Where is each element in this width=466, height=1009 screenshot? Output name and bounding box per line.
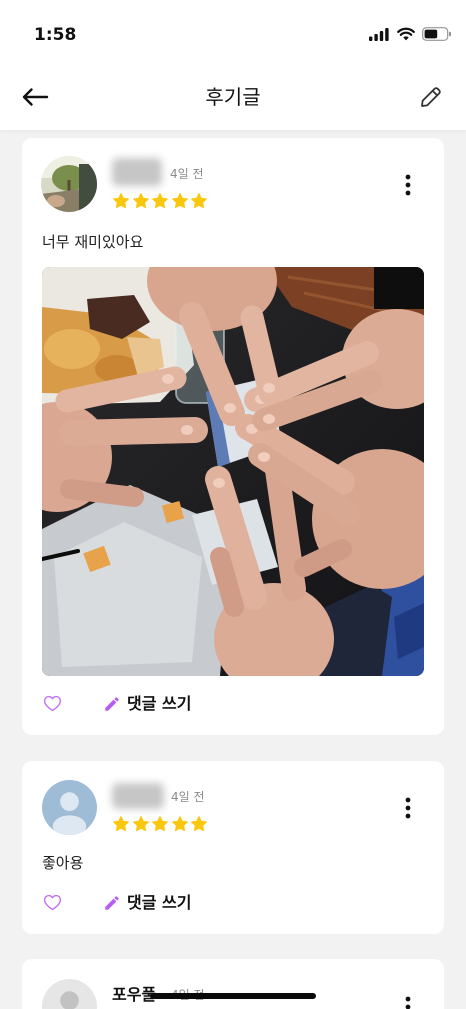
username-blurred (112, 158, 162, 186)
pencil-icon (105, 697, 119, 711)
page-title: 후기글 (205, 85, 261, 109)
like-button[interactable] (43, 894, 62, 911)
default-user-icon (42, 979, 97, 1009)
review-card: 4일 전 좋아용 댓글 쓰기 (22, 761, 444, 934)
write-review-button[interactable] (418, 84, 444, 110)
star-icon (171, 192, 189, 210)
heart-outline-icon (43, 695, 62, 712)
avatar-photo (41, 156, 97, 212)
back-button[interactable] (20, 85, 50, 109)
wifi-icon (397, 27, 415, 41)
star-icon (151, 192, 169, 210)
avatar[interactable] (41, 156, 97, 212)
star-icon (151, 815, 169, 833)
review-card: 포우풀 4일 전 (22, 959, 444, 1009)
star-rating (112, 815, 208, 833)
review-photo-image (42, 267, 424, 676)
star-icon (112, 192, 130, 210)
signal-icon (369, 28, 389, 41)
arrow-left-icon (22, 88, 49, 106)
star-icon (190, 815, 208, 833)
avatar[interactable] (42, 979, 97, 1009)
review-photo (42, 267, 424, 676)
star-icon (171, 815, 189, 833)
star-icon (132, 192, 150, 210)
battery-icon (422, 27, 451, 41)
star-icon (112, 815, 130, 833)
star-rating (112, 192, 208, 210)
heart-outline-icon (43, 894, 62, 911)
write-comment-label: 댓글 쓰기 (127, 893, 192, 912)
write-comment-label: 댓글 쓰기 (127, 694, 192, 713)
home-indicator[interactable] (150, 993, 316, 999)
top-bar: 1:58 후기글 (0, 0, 466, 131)
avatar[interactable] (42, 780, 97, 835)
star-icon (190, 192, 208, 210)
post-time: 4일 전 (171, 790, 205, 804)
like-button[interactable] (43, 695, 62, 712)
username-blurred (112, 783, 164, 809)
star-icon (132, 815, 150, 833)
more-vertical-icon (405, 174, 411, 196)
post-time: 4일 전 (170, 167, 204, 181)
more-options-button[interactable] (404, 995, 412, 1009)
pencil-icon (105, 896, 119, 910)
review-card: 4일 전 너무 재미있아요 댓글 쓰기 (22, 138, 444, 735)
default-user-icon (42, 780, 97, 835)
more-vertical-icon (405, 996, 411, 1009)
status-time: 1:58 (34, 25, 77, 45)
review-text: 좋아용 (42, 854, 84, 872)
more-options-button[interactable] (404, 173, 412, 197)
battery-fill (424, 29, 438, 39)
pencil-outline-icon (421, 87, 441, 107)
review-text: 너무 재미있아요 (42, 233, 144, 251)
more-options-button[interactable] (404, 796, 412, 820)
write-comment-button[interactable]: 댓글 쓰기 (103, 693, 191, 715)
more-vertical-icon (405, 797, 411, 819)
write-comment-button[interactable]: 댓글 쓰기 (103, 892, 191, 914)
